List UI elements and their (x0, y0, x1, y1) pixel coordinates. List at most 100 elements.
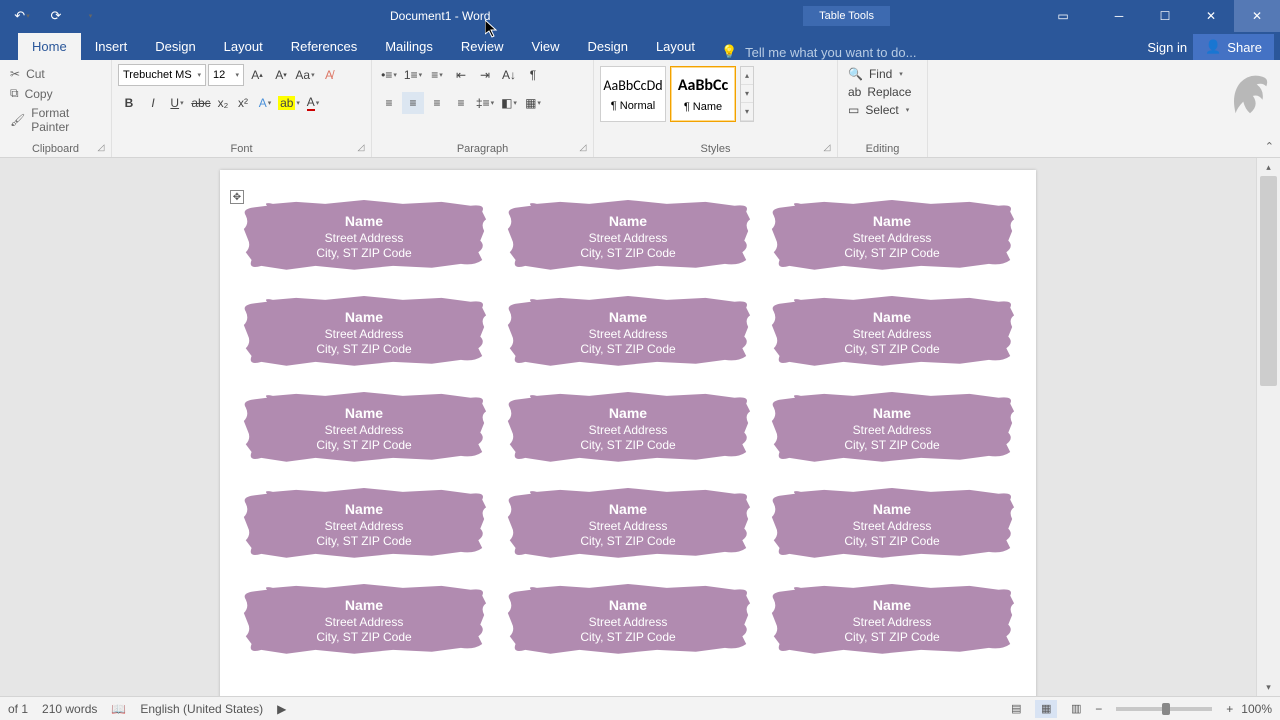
repeat-button[interactable]: ⟳ (42, 4, 70, 28)
address-label[interactable]: NameStreet AddressCity, ST ZIP Code (502, 390, 754, 468)
address-label[interactable]: NameStreet AddressCity, ST ZIP Code (766, 198, 1018, 276)
address-label[interactable]: NameStreet AddressCity, ST ZIP Code (238, 198, 490, 276)
address-label[interactable]: NameStreet AddressCity, ST ZIP Code (502, 294, 754, 372)
address-label[interactable]: NameStreet AddressCity, ST ZIP Code (238, 390, 490, 468)
word-count[interactable]: 210 words (42, 702, 97, 716)
styles-down-button[interactable]: ▾ (741, 85, 753, 103)
address-label[interactable]: NameStreet AddressCity, ST ZIP Code (766, 294, 1018, 372)
superscript-button[interactable]: x² (234, 92, 252, 114)
vertical-scrollbar[interactable]: ▴ ▾ (1256, 158, 1280, 696)
font-launcher[interactable]: ◿ (355, 141, 367, 153)
line-spacing-button[interactable]: ‡≡▾ (474, 92, 496, 114)
zoom-in-button[interactable]: + (1226, 702, 1233, 716)
web-layout-button[interactable]: ▥ (1065, 700, 1087, 718)
zoom-slider[interactable] (1116, 707, 1212, 711)
undo-button[interactable]: ↶ ▾ (8, 4, 36, 28)
close-button[interactable]: ✕ (1188, 0, 1234, 32)
macro-icon[interactable]: ▶ (277, 702, 286, 716)
tab-table-design[interactable]: Design (573, 33, 641, 60)
strikethrough-button[interactable]: abc (190, 92, 212, 114)
sign-in-link[interactable]: Sign in (1147, 40, 1187, 55)
page[interactable]: ✥ NameStreet AddressCity, ST ZIP CodeNam… (220, 170, 1036, 696)
address-label[interactable]: NameStreet AddressCity, ST ZIP Code (238, 582, 490, 660)
address-label[interactable]: NameStreet AddressCity, ST ZIP Code (238, 486, 490, 564)
read-mode-button[interactable]: ▤ (1005, 700, 1027, 718)
tab-table-layout[interactable]: Layout (642, 33, 709, 60)
maximize-button[interactable]: ☐ (1142, 0, 1188, 32)
close-button-outer[interactable]: ✕ (1234, 0, 1280, 32)
decrease-indent-button[interactable]: ⇤ (450, 64, 472, 86)
tab-design[interactable]: Design (141, 33, 209, 60)
replace-button[interactable]: abReplace (844, 84, 921, 100)
style-name[interactable]: AaBbCc ¶ Name (670, 66, 736, 122)
justify-button[interactable]: ≡ (450, 92, 472, 114)
scroll-thumb[interactable] (1260, 176, 1277, 386)
align-left-button[interactable]: ≡ (378, 92, 400, 114)
tab-view[interactable]: View (518, 33, 574, 60)
styles-more-button[interactable]: ▾ (741, 103, 753, 121)
address-label[interactable]: NameStreet AddressCity, ST ZIP Code (502, 582, 754, 660)
address-label[interactable]: NameStreet AddressCity, ST ZIP Code (502, 198, 754, 276)
scroll-down-button[interactable]: ▾ (1257, 678, 1280, 696)
address-label[interactable]: NameStreet AddressCity, ST ZIP Code (766, 582, 1018, 660)
change-case-button[interactable]: Aa▾ (294, 64, 316, 86)
text-effects-button[interactable]: A▾ (254, 92, 276, 114)
shading-button[interactable]: ◧▾ (498, 92, 520, 114)
print-layout-button[interactable]: ▦ (1035, 700, 1057, 718)
underline-button[interactable]: U▾ (166, 92, 188, 114)
styles-up-button[interactable]: ▴ (741, 67, 753, 85)
bullets-button[interactable]: •≡▾ (378, 64, 400, 86)
shrink-font-button[interactable]: A▾ (270, 64, 292, 86)
highlight-button[interactable]: ab▾ (278, 92, 300, 114)
address-label[interactable]: NameStreet AddressCity, ST ZIP Code (766, 486, 1018, 564)
clipboard-launcher[interactable]: ◿ (95, 141, 107, 153)
grow-font-button[interactable]: A▴ (246, 64, 268, 86)
select-button[interactable]: ▭Select▾ (844, 102, 921, 118)
show-marks-button[interactable]: ¶ (522, 64, 544, 86)
numbering-button[interactable]: 1≡▾ (402, 64, 424, 86)
font-color-button[interactable]: A▾ (302, 92, 324, 114)
tab-review[interactable]: Review (447, 33, 518, 60)
paragraph-launcher[interactable]: ◿ (577, 141, 589, 153)
zoom-out-button[interactable]: − (1095, 702, 1102, 716)
find-button[interactable]: 🔍Find▾ (844, 66, 921, 82)
tab-mailings[interactable]: Mailings (371, 33, 447, 60)
clear-formatting-button[interactable]: A̸ (318, 64, 340, 86)
page-count[interactable]: of 1 (8, 702, 28, 716)
sort-button[interactable]: A↓ (498, 64, 520, 86)
align-right-button[interactable]: ≡ (426, 92, 448, 114)
style-normal[interactable]: AaBbCcDd ¶ Normal (600, 66, 666, 122)
tab-home[interactable]: Home (18, 33, 81, 60)
align-center-button[interactable]: ≡ (402, 92, 424, 114)
copy-button[interactable]: ⧉Copy (6, 85, 105, 102)
collapse-ribbon-button[interactable]: ⌃ (1265, 140, 1274, 153)
styles-gallery-nav[interactable]: ▴ ▾ ▾ (740, 66, 754, 122)
format-painter-button[interactable]: 🖌Format Painter (6, 105, 105, 135)
ribbon-display-options-button[interactable]: ▭ (1040, 0, 1086, 32)
address-label[interactable]: NameStreet AddressCity, ST ZIP Code (502, 486, 754, 564)
italic-button[interactable]: I (142, 92, 164, 114)
zoom-level[interactable]: 100% (1241, 702, 1272, 716)
qat-more-button[interactable]: ▾ (76, 4, 104, 28)
subscript-button[interactable]: x₂ (214, 92, 232, 114)
address-label[interactable]: NameStreet AddressCity, ST ZIP Code (238, 294, 490, 372)
increase-indent-button[interactable]: ⇥ (474, 64, 496, 86)
multilevel-button[interactable]: ≡▾ (426, 64, 448, 86)
scroll-up-button[interactable]: ▴ (1257, 158, 1280, 176)
font-size-combo[interactable]: 12▾ (208, 64, 244, 86)
font-name-combo[interactable]: Trebuchet MS▾ (118, 64, 206, 86)
bold-button[interactable]: B (118, 92, 140, 114)
tab-references[interactable]: References (277, 33, 371, 60)
language-status[interactable]: English (United States) (140, 702, 263, 716)
share-button[interactable]: 👤 Share (1193, 34, 1274, 60)
styles-launcher[interactable]: ◿ (821, 141, 833, 153)
borders-button[interactable]: ▦▾ (522, 92, 544, 114)
cut-button[interactable]: ✂Cut (6, 66, 105, 82)
tab-insert[interactable]: Insert (81, 33, 142, 60)
document-area[interactable]: ✥ NameStreet AddressCity, ST ZIP CodeNam… (0, 158, 1256, 696)
minimize-button[interactable]: ─ (1096, 0, 1142, 32)
tell-me-box[interactable]: 💡 Tell me what you want to do... (709, 44, 1147, 60)
address-label[interactable]: NameStreet AddressCity, ST ZIP Code (766, 390, 1018, 468)
tab-layout[interactable]: Layout (210, 33, 277, 60)
spellcheck-icon[interactable]: 📖 (111, 702, 126, 716)
